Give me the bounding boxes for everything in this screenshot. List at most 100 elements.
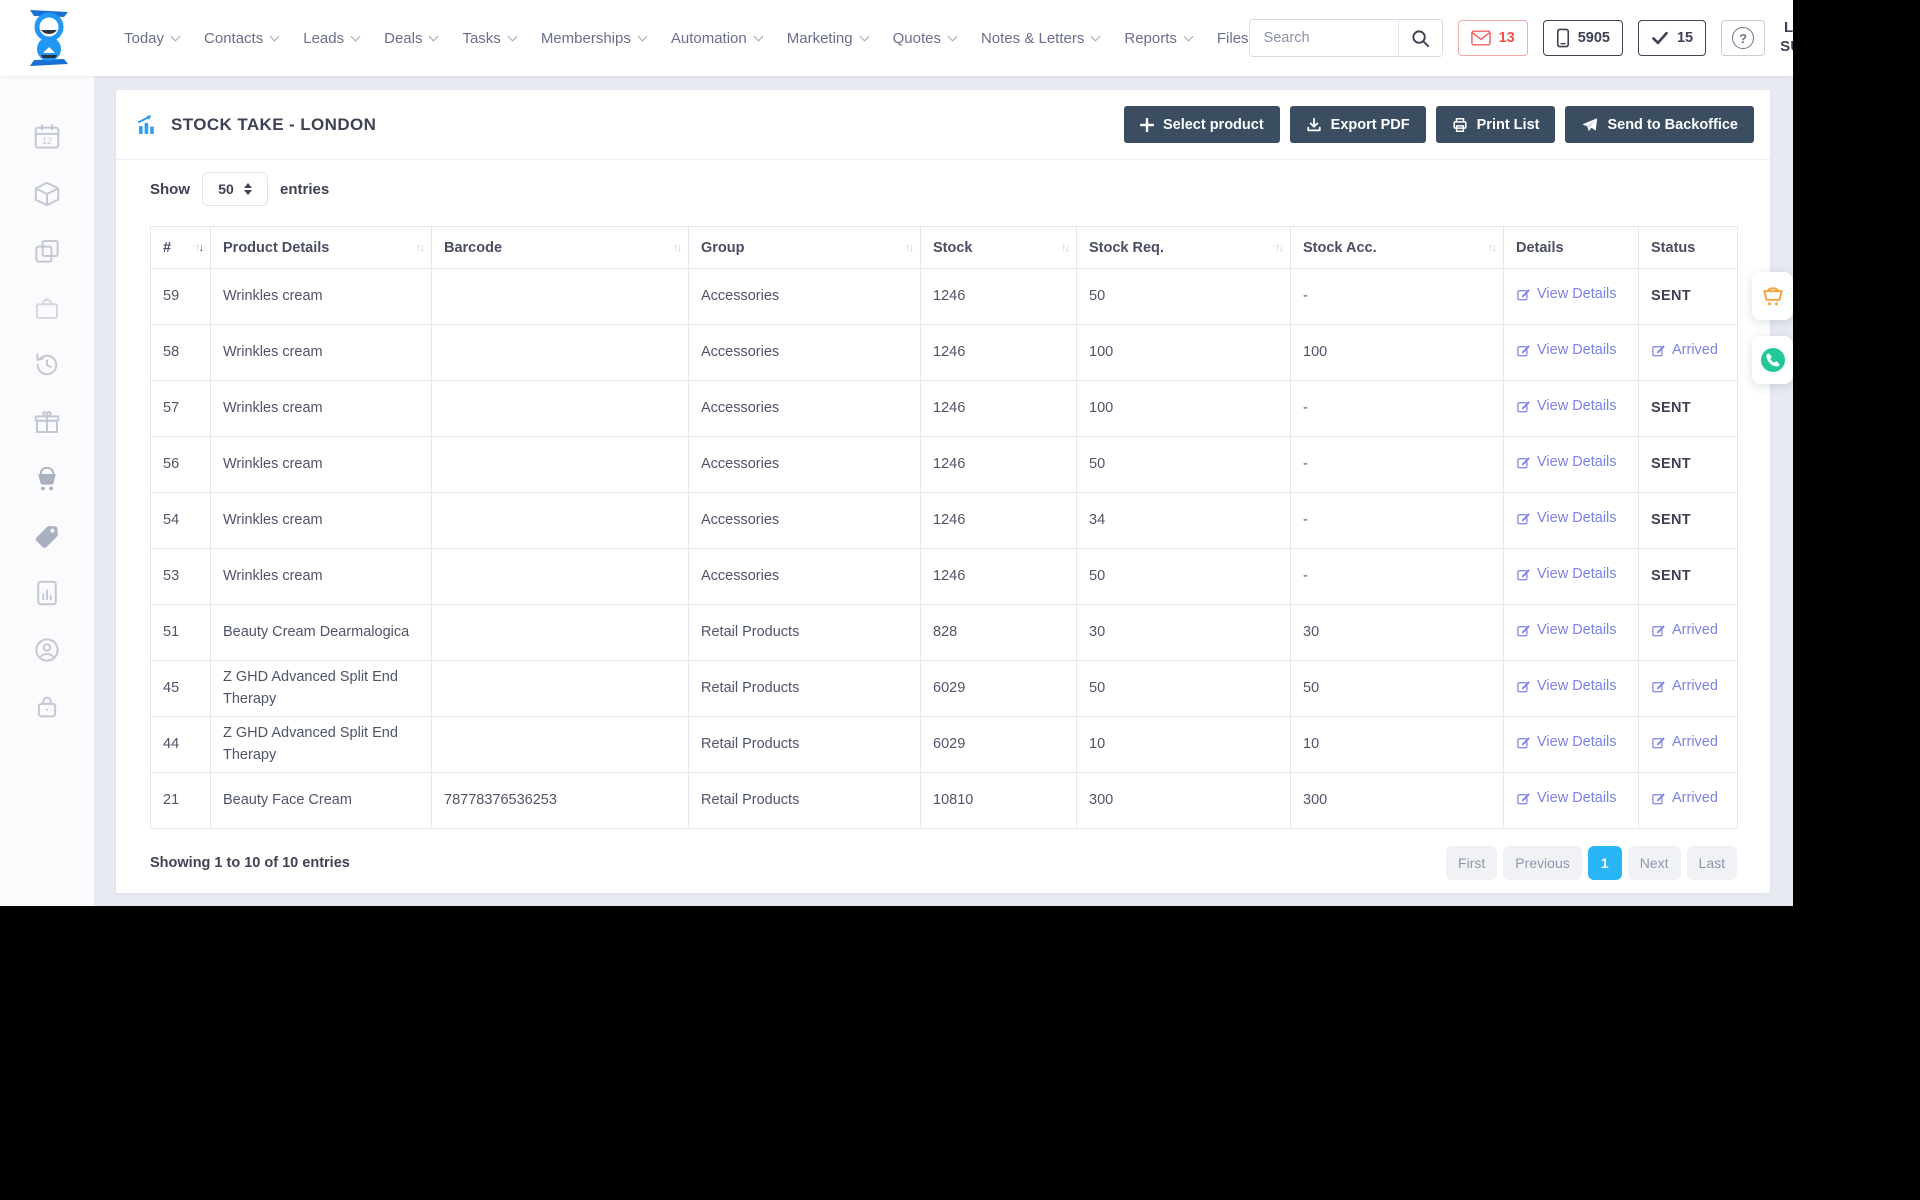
search-button[interactable] <box>1397 20 1442 56</box>
sidebar-item-account[interactable] <box>25 621 69 678</box>
header-actions: Select product Export PDF Print List Sen… <box>1123 106 1754 143</box>
sidebar-item-lock[interactable] <box>25 678 69 735</box>
nav-item-files[interactable]: Files <box>1217 30 1249 47</box>
view-details-link[interactable]: View Details <box>1516 620 1617 641</box>
group-cell: Accessories <box>688 436 921 493</box>
lock-icon <box>37 696 57 717</box>
status-link-label: Arrived <box>1672 621 1718 638</box>
column-label: Product Details <box>223 239 330 256</box>
nav-item-quotes[interactable]: Quotes <box>893 30 958 47</box>
nav-item-automation[interactable]: Automation <box>671 30 764 47</box>
check-count: 15 <box>1676 30 1694 46</box>
view-details-link[interactable]: View Details <box>1516 284 1617 305</box>
status-arrived-link[interactable]: Arrived <box>1651 732 1718 753</box>
app-logo[interactable] <box>26 8 72 68</box>
table-row: 59 Wrinkles cream Accessories 1246 50- View D… <box>150 268 1738 325</box>
view-details-link[interactable]: View Details <box>1516 788 1617 809</box>
sort-icon: ↑↓ <box>905 241 914 254</box>
column-header-number[interactable]: # ↑↓ <box>150 226 211 269</box>
whatsapp-button[interactable] <box>1752 336 1793 384</box>
status-arrived-link[interactable]: Arrived <box>1651 340 1718 361</box>
view-details-link[interactable]: View Details <box>1516 340 1617 361</box>
user-name-line2: SUPPORT <box>1780 38 1793 55</box>
sidebar-item-reports[interactable] <box>25 564 69 621</box>
table-row: 54 Wrinkles cream Accessories 1246 34- View D… <box>150 492 1738 549</box>
view-details-label: View Details <box>1537 285 1617 302</box>
select-product-button[interactable]: Select product <box>1123 106 1280 143</box>
nav-item-reports[interactable]: Reports <box>1124 30 1194 47</box>
view-details-link[interactable]: View Details <box>1516 396 1617 417</box>
view-details-link[interactable]: View Details <box>1516 452 1617 473</box>
pagination-last[interactable]: Last <box>1686 846 1737 880</box>
view-details-label: View Details <box>1537 621 1617 638</box>
card-body: Show 50 entries # ↑↓ Product Details ↑↓ … <box>116 160 1770 880</box>
edit-icon <box>1652 681 1665 693</box>
column-header-product-details[interactable]: Product Details ↑↓ <box>210 226 432 269</box>
view-details-link[interactable]: View Details <box>1516 564 1617 585</box>
user-name-line1: LONDON <box>1784 19 1793 37</box>
mail-badge[interactable]: 13 <box>1457 20 1528 56</box>
cart-button[interactable] <box>1752 272 1793 320</box>
nav-item-tasks[interactable]: Tasks <box>462 30 518 47</box>
export-pdf-button[interactable]: Export PDF <box>1289 106 1426 143</box>
details-cell: View Details <box>1503 660 1639 717</box>
tasks-badge[interactable]: 15 <box>1637 20 1707 56</box>
show-entries-select[interactable]: 50 <box>202 172 268 206</box>
column-header-barcode[interactable]: Barcode ↑↓ <box>431 226 689 269</box>
pagination-first[interactable]: First <box>1446 846 1498 880</box>
sidebar-item-duplicates[interactable] <box>25 222 69 279</box>
help-button[interactable]: ? <box>1721 20 1766 56</box>
status-arrived-link[interactable]: Arrived <box>1651 676 1718 697</box>
nav-item-today[interactable]: Today <box>124 30 181 47</box>
status-arrived-link[interactable]: Arrived <box>1651 788 1718 809</box>
column-header-stock-acc[interactable]: Stock Acc. ↑↓ <box>1290 226 1504 269</box>
sidebar-item-pricing[interactable] <box>25 507 69 564</box>
sidebar-item-gifts[interactable] <box>25 393 69 450</box>
nav-item-leads[interactable]: Leads <box>303 30 361 47</box>
barcode-cell: 78778376536253 <box>431 772 689 829</box>
nav-item-marketing[interactable]: Marketing <box>787 30 870 47</box>
sidebar-item-history[interactable] <box>25 336 69 393</box>
nav-item-deals[interactable]: Deals <box>384 30 439 47</box>
print-list-button[interactable]: Print List <box>1435 106 1556 143</box>
barcode-cell <box>431 548 689 605</box>
nav-item-label: Files <box>1216 29 1249 47</box>
nav-item-contacts[interactable]: Contacts <box>204 30 280 47</box>
row-number-cell: 59 <box>150 268 211 325</box>
status-cell: SENT <box>1638 548 1738 605</box>
send-to-backoffice-button[interactable]: Send to Backoffice <box>1565 106 1754 143</box>
view-details-link[interactable]: View Details <box>1516 732 1617 753</box>
sidebar-item-shopping-bag[interactable] <box>25 279 69 336</box>
cart-icon <box>1762 287 1783 306</box>
sidebar-item-cart[interactable] <box>25 450 69 507</box>
nav-item-memberships[interactable]: Memberships <box>541 30 648 47</box>
column-header-stock-req[interactable]: Stock Req. ↑↓ <box>1076 226 1291 269</box>
view-details-label: View Details <box>1537 509 1617 526</box>
stock-acc-cell: 300 <box>1290 772 1504 829</box>
view-details-link[interactable]: View Details <box>1516 676 1617 697</box>
sidebar-item-products[interactable] <box>25 165 69 222</box>
status-arrived-link[interactable]: Arrived <box>1651 620 1718 641</box>
column-header-stock[interactable]: Stock ↑↓ <box>920 226 1077 269</box>
details-cell: View Details <box>1503 604 1639 661</box>
row-number-cell: 45 <box>150 660 211 717</box>
view-details-link[interactable]: View Details <box>1516 508 1617 529</box>
hourglass-logo-icon <box>30 10 68 66</box>
stock-cell: 6029 <box>920 716 1077 773</box>
view-details-label: View Details <box>1537 733 1617 750</box>
column-label: # <box>163 239 172 256</box>
search-input[interactable] <box>1249 20 1398 56</box>
nav-item-notes-letters[interactable]: Notes & Letters <box>981 30 1101 47</box>
gift-icon <box>34 410 60 433</box>
phone-badge[interactable]: 5905 <box>1542 20 1623 56</box>
sidebar-item-calendar[interactable]: 12 <box>25 108 69 165</box>
stock-cell: 1246 <box>920 324 1077 381</box>
stock-cell: 1246 <box>920 380 1077 437</box>
pagination-previous[interactable]: Previous <box>1503 846 1582 880</box>
details-cell: View Details <box>1503 716 1639 773</box>
pagination-1[interactable]: 1 <box>1587 846 1622 880</box>
column-header-group[interactable]: Group ↑↓ <box>688 226 921 269</box>
pagination-next[interactable]: Next <box>1627 846 1681 880</box>
row-number-cell: 56 <box>150 436 211 493</box>
show-entries-row: Show 50 entries <box>150 172 1737 206</box>
